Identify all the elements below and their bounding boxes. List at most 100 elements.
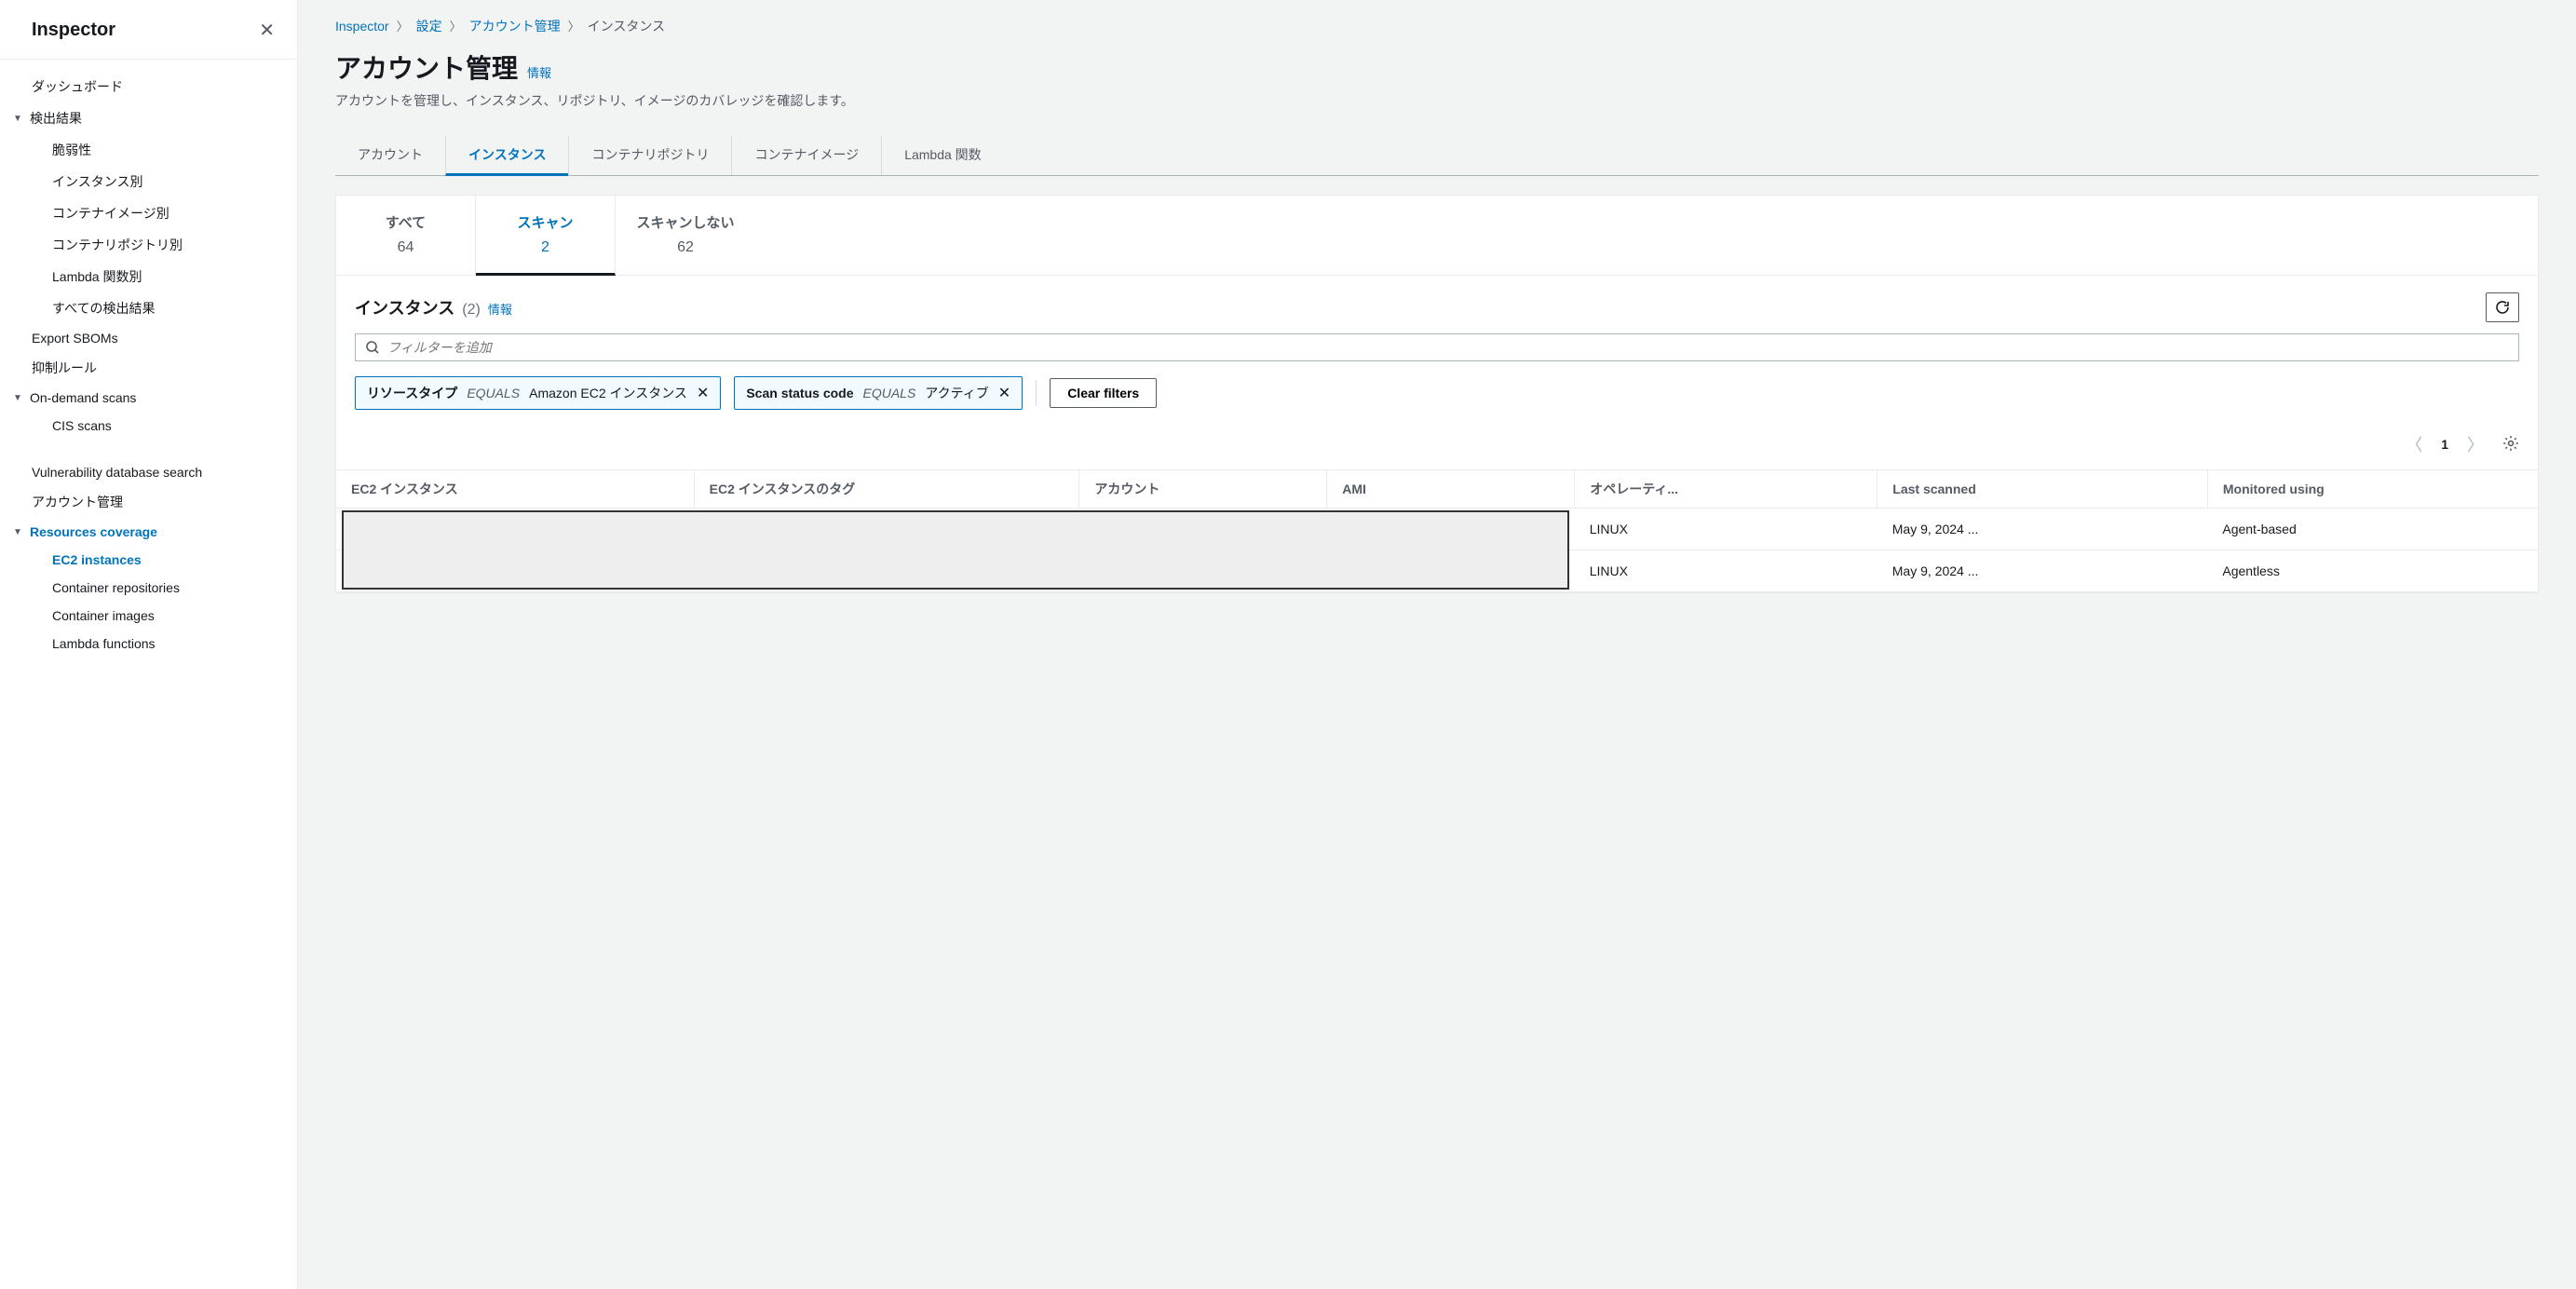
- table-count: (2): [462, 302, 481, 319]
- table-title: インスタンス: [355, 295, 454, 319]
- sidebar-item[interactable]: アカウント管理: [0, 486, 297, 518]
- column-header[interactable]: AMI: [1327, 470, 1575, 509]
- chip-field: リソースタイプ: [367, 384, 457, 402]
- redacted-region: [342, 510, 1569, 590]
- chip-operator: EQUALS: [467, 386, 520, 400]
- info-link[interactable]: 情報: [527, 63, 551, 81]
- tab[interactable]: インスタンス: [445, 136, 568, 176]
- tab[interactable]: アカウント: [335, 136, 445, 175]
- chevron-right-icon: 〉: [397, 20, 409, 34]
- subtab-value: 64: [336, 239, 475, 256]
- sidebar-section-label: 検出結果: [30, 109, 82, 128]
- subtab-label: スキャンしない: [616, 212, 755, 232]
- subtab[interactable]: スキャンしない62: [616, 196, 755, 275]
- sidebar-item[interactable]: Container images: [0, 602, 297, 630]
- caret-down-icon: ▼: [13, 393, 24, 403]
- sidebar-item[interactable]: Container repositories: [0, 574, 297, 602]
- column-header[interactable]: オペレーティ...: [1575, 470, 1878, 509]
- filter-chip: Scan status codeEQUALSアクティブ✕: [734, 376, 1023, 410]
- chip-value: Amazon EC2 インスタンス: [529, 384, 687, 402]
- column-header[interactable]: EC2 インスタンス: [336, 470, 694, 509]
- table-cell: May 9, 2024 ...: [1878, 550, 2208, 592]
- refresh-icon: [2495, 300, 2510, 315]
- tab[interactable]: コンテナイメージ: [731, 136, 881, 175]
- table-cell: LINUX: [1575, 509, 1878, 550]
- table-cell: Agent-based: [2207, 509, 2538, 550]
- column-header[interactable]: Monitored using: [2207, 470, 2538, 509]
- search-icon: [365, 340, 380, 355]
- chip-operator: EQUALS: [863, 386, 916, 400]
- column-header[interactable]: EC2 インスタンスのタグ: [694, 470, 1079, 509]
- close-icon[interactable]: ✕: [259, 19, 275, 42]
- chip-remove-icon[interactable]: ✕: [697, 384, 709, 402]
- sidebar-title: Inspector: [32, 20, 115, 41]
- sidebar-nav: ダッシュボード ▼ 検出結果脆弱性インスタンス別コンテナイメージ別コンテナリポジトリ…: [0, 60, 297, 669]
- table-cell: May 9, 2024 ...: [1878, 509, 2208, 550]
- tab[interactable]: Lambda 関数: [881, 136, 1003, 175]
- caret-down-icon: ▼: [13, 114, 24, 124]
- subtab-label: すべて: [336, 212, 475, 232]
- sidebar-item[interactable]: CIS scans: [0, 412, 297, 440]
- pagination: 〈 1 〉: [336, 425, 2538, 469]
- sidebar-item[interactable]: ダッシュボード: [0, 71, 297, 102]
- sidebar-item[interactable]: すべての検出結果: [0, 292, 297, 324]
- sidebar-item[interactable]: コンテナイメージ別: [0, 197, 297, 229]
- divider: [1036, 380, 1037, 406]
- next-page-icon[interactable]: 〉: [2463, 428, 2488, 460]
- tabs: アカウントインスタンスコンテナリポジトリコンテナイメージLambda 関数: [335, 136, 2539, 176]
- refresh-button[interactable]: [2486, 292, 2519, 322]
- breadcrumb: Inspector〉設定〉アカウント管理〉インスタンス: [298, 0, 2576, 35]
- sidebar-item[interactable]: EC2 instances: [0, 546, 297, 574]
- subtab[interactable]: すべて 64: [336, 196, 476, 275]
- filter-chip: リソースタイプ EQUALS Amazon EC2 インスタンス ✕: [355, 376, 721, 410]
- table-header: インスタンス (2) 情報: [336, 276, 2538, 333]
- page-title: アカウント管理: [335, 48, 518, 86]
- sidebar-item[interactable]: Lambda 関数別: [0, 261, 297, 292]
- table-info-link[interactable]: 情報: [488, 300, 512, 318]
- subtabs: すべて 64スキャン 2スキャンしない62: [336, 196, 2538, 276]
- sidebar-item[interactable]: Lambda functions: [0, 630, 297, 658]
- filter-input-wrapper[interactable]: [355, 333, 2519, 361]
- tab[interactable]: コンテナリポジトリ: [568, 136, 731, 175]
- sidebar-section[interactable]: ▼ 検出結果: [0, 102, 297, 134]
- subtab-label: スキャン: [476, 212, 615, 232]
- sidebar-item[interactable]: 抑制ルール: [0, 352, 297, 384]
- sidebar-section-label: Resources coverage: [30, 524, 157, 539]
- main-content: Inspector〉設定〉アカウント管理〉インスタンス アカウント管理 情報 ア…: [298, 0, 2576, 1289]
- breadcrumb-link[interactable]: Inspector: [335, 19, 389, 34]
- sidebar-header: Inspector ✕: [0, 0, 297, 60]
- chip-remove-icon[interactable]: ✕: [998, 384, 1010, 402]
- sidebar-section[interactable]: ▼ On-demand scans: [0, 384, 297, 412]
- chevron-right-icon: 〉: [450, 20, 462, 34]
- sidebar-item[interactable]: インスタンス別: [0, 166, 297, 197]
- settings-button[interactable]: [2502, 435, 2519, 455]
- filter-input[interactable]: [387, 340, 2509, 355]
- filter-chips-row: リソースタイプEQUALSAmazon EC2 インスタンス✕Scan stat…: [336, 361, 2538, 425]
- panel: すべて 64スキャン 2スキャンしない62 インスタンス (2) 情報 リソースタイ…: [335, 195, 2539, 592]
- breadcrumb-link[interactable]: アカウント管理: [469, 19, 561, 34]
- page-number: 1: [2441, 437, 2448, 452]
- page-header: アカウント管理 情報 アカウントを管理し、インスタンス、リポジトリ、イメージのカ…: [298, 35, 2576, 110]
- sidebar-item[interactable]: Export SBOMs: [0, 324, 297, 352]
- prev-page-icon[interactable]: 〈: [2402, 428, 2426, 460]
- breadcrumb-current: インスタンス: [588, 19, 665, 34]
- column-header[interactable]: アカウント: [1079, 470, 1327, 509]
- breadcrumb-link[interactable]: 設定: [416, 19, 442, 34]
- clear-filters-button[interactable]: Clear filters: [1050, 378, 1157, 408]
- subtab[interactable]: スキャン 2: [476, 196, 616, 276]
- table-cell: Agentless: [2207, 550, 2538, 592]
- sidebar-section-label: On-demand scans: [30, 390, 136, 405]
- chevron-right-icon: 〉: [568, 20, 580, 34]
- sidebar-item[interactable]: 脆弱性: [0, 134, 297, 166]
- table-wrapper: EC2 インスタンスEC2 インスタンスのタグアカウントAMIオペレーティ...…: [336, 469, 2538, 591]
- sidebar: Inspector ✕ ダッシュボード ▼ 検出結果脆弱性インスタンス別コンテナイメ…: [0, 0, 298, 1289]
- sidebar-item[interactable]: コンテナリポジトリ別: [0, 229, 297, 261]
- sidebar-item[interactable]: Vulnerability database search: [0, 458, 297, 486]
- column-header[interactable]: Last scanned: [1878, 470, 2208, 509]
- caret-down-icon: ▼: [13, 527, 24, 537]
- sidebar-section[interactable]: ▼ Resources coverage: [0, 518, 297, 546]
- chip-value: アクティブ: [925, 384, 988, 402]
- page-subtitle: アカウントを管理し、インスタンス、リポジトリ、イメージのカバレッジを確認します。: [335, 91, 2539, 110]
- subtab-value: 2: [476, 239, 615, 256]
- table-cell: LINUX: [1575, 550, 1878, 592]
